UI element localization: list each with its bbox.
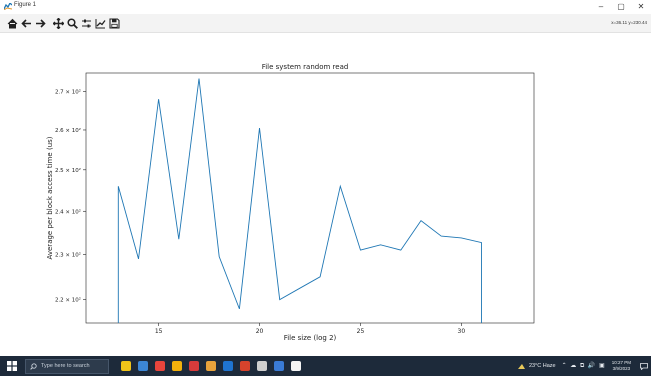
taskbar-app-icon[interactable] bbox=[185, 356, 202, 376]
windows-logo-icon bbox=[7, 361, 17, 371]
clock-date: 3/9/2023 bbox=[612, 366, 631, 371]
start-button[interactable] bbox=[0, 356, 24, 376]
x-tick-label: 25 bbox=[357, 328, 365, 335]
line-chart[interactable]: File system random read 15 20 25 30 2.2 × 1… bbox=[0, 33, 651, 355]
minimize-button[interactable]: – bbox=[591, 0, 611, 14]
edit-axis-icon bbox=[95, 18, 106, 28]
y-tick-label: 2.6 × 10² bbox=[55, 127, 81, 134]
zoom-button[interactable] bbox=[66, 16, 79, 30]
y-axis: 2.2 × 10² 2.3 × 10² 2.4 × 10² 2.5 × 10² 2.6 … bbox=[55, 89, 86, 304]
close-button[interactable]: ✕ bbox=[631, 0, 651, 14]
taskbar-app-icon[interactable] bbox=[134, 356, 151, 376]
x-axis-label: File size (log 2) bbox=[284, 334, 337, 342]
x-tick-label: 15 bbox=[155, 328, 163, 335]
app-glyph-icon bbox=[120, 361, 131, 371]
system-tray: 23°C Haze ⌃ ☁ ⧉ 🔊 ▣ 10:27 PM 3/9/2023 bbox=[517, 356, 651, 376]
taskbar-app-icon[interactable] bbox=[168, 356, 185, 376]
x-tick-label: 20 bbox=[256, 328, 264, 335]
back-icon bbox=[21, 18, 31, 28]
maximize-button[interactable]: ▢ bbox=[611, 0, 631, 14]
taskbar-app-icon[interactable] bbox=[287, 356, 304, 376]
app-glyph-icon bbox=[188, 361, 199, 371]
configure-subplots-icon bbox=[82, 19, 91, 27]
app-glyph-icon bbox=[154, 361, 165, 371]
y-tick-label: 2.3 × 10² bbox=[55, 251, 81, 258]
taskbar-search-box[interactable]: Type here to search bbox=[25, 358, 109, 374]
search-placeholder: Type here to search bbox=[41, 363, 90, 369]
chart-title: File system random read bbox=[262, 63, 349, 71]
y-axis-label: Average per block access time (us) bbox=[46, 136, 54, 259]
title-bar: Figure 1 – ▢ ✕ bbox=[0, 0, 651, 14]
navigation-toolbar: x=36.11 y=230.44 bbox=[0, 14, 651, 33]
x-tick-label: 30 bbox=[458, 328, 466, 335]
weather-icon bbox=[517, 364, 525, 369]
back-button[interactable] bbox=[20, 16, 33, 30]
y-tick-label: 2.2 × 10² bbox=[55, 297, 81, 304]
taskbar-app-icon[interactable] bbox=[117, 356, 134, 376]
plot-area[interactable] bbox=[85, 72, 535, 324]
taskbar-app-icon[interactable] bbox=[270, 356, 287, 376]
y-tick-label: 2.7 × 10² bbox=[55, 89, 81, 96]
pan-button[interactable] bbox=[52, 16, 65, 30]
notification-button[interactable] bbox=[637, 356, 651, 376]
home-icon bbox=[7, 18, 18, 28]
forward-button[interactable] bbox=[34, 16, 47, 30]
app-glyph-icon bbox=[256, 361, 267, 371]
app-glyph-icon bbox=[290, 361, 301, 371]
taskbar-app-icon[interactable] bbox=[202, 356, 219, 376]
cursor-coordinates: x=36.11 y=230.44 bbox=[611, 20, 647, 25]
notification-icon bbox=[640, 362, 648, 370]
taskbar-app-icon[interactable] bbox=[151, 356, 168, 376]
forward-icon bbox=[36, 18, 46, 28]
save-button[interactable] bbox=[108, 16, 121, 30]
edit-axis-button[interactable] bbox=[94, 16, 107, 30]
y-tick-label: 2.4 × 10² bbox=[55, 208, 81, 215]
taskbar-app-icon[interactable] bbox=[253, 356, 270, 376]
tray-icons[interactable]: ⌃ ☁ ⧉ 🔊 ▣ bbox=[562, 362, 606, 370]
save-icon bbox=[109, 17, 120, 29]
pan-icon bbox=[53, 17, 64, 29]
app-glyph-icon bbox=[273, 361, 284, 371]
taskbar-app-icon[interactable] bbox=[219, 356, 236, 376]
y-tick-label: 2.5 × 10² bbox=[55, 167, 81, 174]
windows-taskbar: Type here to search 23°C Haze ⌃ ☁ ⧉ 🔊 ▣ … bbox=[0, 356, 651, 376]
app-glyph-icon bbox=[222, 361, 233, 371]
home-button[interactable] bbox=[6, 16, 19, 30]
app-glyph-icon bbox=[239, 361, 250, 371]
weather-status[interactable]: 23°C Haze bbox=[529, 363, 556, 369]
taskbar-apps bbox=[117, 356, 304, 376]
clock[interactable]: 10:27 PM 3/9/2023 bbox=[612, 360, 631, 372]
app-glyph-icon bbox=[137, 361, 148, 371]
matplotlib-app-icon bbox=[4, 3, 12, 10]
zoom-icon bbox=[67, 17, 78, 29]
window-title: Figure 1 bbox=[14, 2, 37, 8]
taskbar-app-icon[interactable] bbox=[236, 356, 253, 376]
app-glyph-icon bbox=[171, 361, 182, 371]
configure-subplots-button[interactable] bbox=[80, 16, 93, 30]
app-glyph-icon bbox=[205, 361, 216, 371]
figure-canvas[interactable]: File system random read 15 20 25 30 2.2 × 1… bbox=[0, 33, 651, 355]
search-icon bbox=[30, 362, 37, 370]
